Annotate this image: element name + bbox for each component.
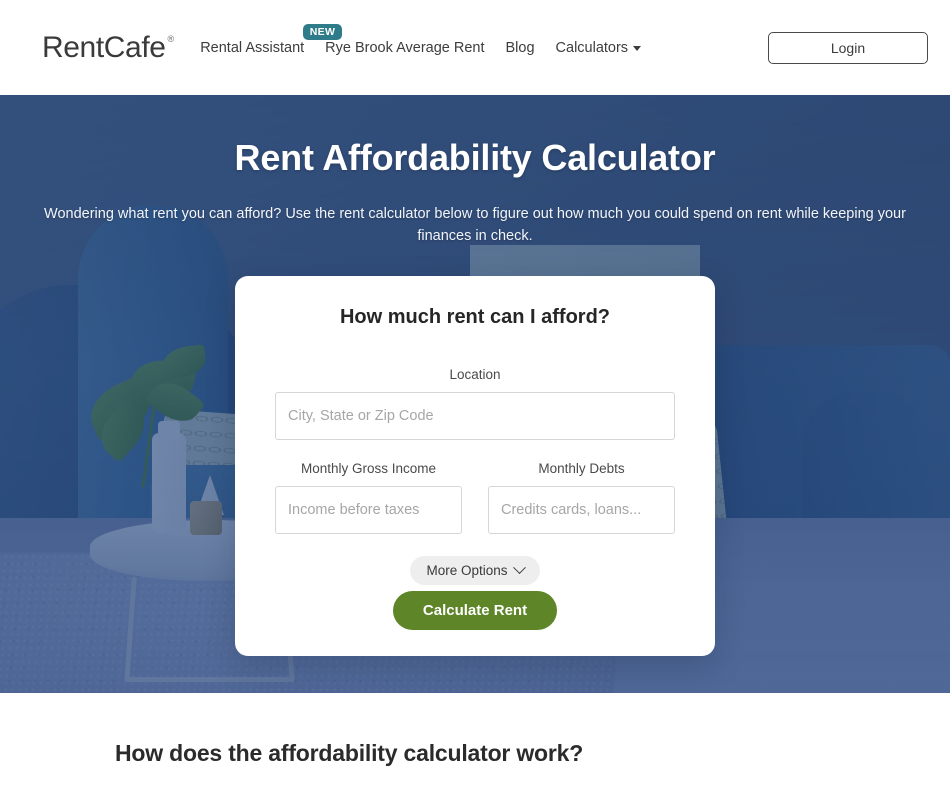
- location-field-group: Location: [275, 367, 675, 441]
- nav-item-rental-assistant-label: Rental Assistant: [200, 39, 305, 56]
- rent-calculator-card: How much rent can I afford? Location Mon…: [235, 276, 715, 657]
- location-input[interactable]: [275, 392, 675, 441]
- nav-item-rye-brook-average-rent[interactable]: Rye Brook Average Rent: [325, 40, 484, 56]
- calculate-rent-button[interactable]: Calculate Rent: [392, 591, 558, 631]
- login-button-label: Login: [830, 39, 866, 56]
- chevron-down-icon: [633, 46, 642, 51]
- hero-section: Rent Affordability Calculator Wondering …: [0, 95, 950, 693]
- income-debts-row: Monthly Gross Income Monthly Debts: [275, 461, 675, 535]
- location-label: Location: [449, 367, 501, 383]
- main-navigation: Rental Assistant NEW Rye Brook Average R…: [200, 23, 768, 56]
- calculator-title: How much rent can I afford?: [339, 306, 611, 329]
- login-button[interactable]: Login: [768, 31, 928, 64]
- income-label: Monthly Gross Income: [300, 461, 437, 477]
- nav-item-rental-assistant[interactable]: Rental Assistant: [200, 40, 304, 56]
- more-options-label: More Options: [426, 563, 508, 579]
- nav-item-calculators[interactable]: Calculators: [556, 40, 642, 56]
- nav-item-blog[interactable]: Blog: [506, 40, 535, 56]
- debts-field-group: Monthly Debts: [488, 461, 675, 535]
- income-field-group: Monthly Gross Income: [275, 461, 462, 535]
- info-section-heading: How does the affordability calculator wo…: [115, 740, 584, 766]
- brand-name: RentCafe: [42, 30, 166, 64]
- page-title: Rent Affordability Calculator: [234, 137, 716, 178]
- hero-subtitle: Wondering what rent you can afford? Use …: [44, 206, 906, 245]
- affordability-info-section: How does the affordability calculator wo…: [0, 693, 950, 796]
- hero-content: Rent Affordability Calculator Wondering …: [0, 95, 950, 657]
- nav-item-rental-assistant-wrapper: Rental Assistant NEW: [200, 23, 343, 56]
- more-options-button[interactable]: More Options: [410, 556, 540, 586]
- new-badge: NEW: [302, 23, 343, 40]
- site-header: RentCafe ® Rental Assistant NEW Rye Broo…: [0, 0, 950, 95]
- registered-trademark-icon: ®: [167, 33, 175, 44]
- calculator-actions: More Options Calculate Rent: [275, 556, 675, 631]
- nav-item-blog-label: Blog: [505, 39, 535, 56]
- nav-item-rye-brook-average-rent-label: Rye Brook Average Rent: [325, 39, 485, 56]
- chevron-down-icon: [512, 561, 526, 575]
- calculate-rent-label: Calculate Rent: [422, 602, 528, 620]
- monthly-debts-input[interactable]: [488, 486, 675, 535]
- nav-item-calculators-label: Calculators: [555, 39, 629, 56]
- debts-label: Monthly Debts: [538, 461, 625, 477]
- rentcafe-logo[interactable]: RentCafe ®: [42, 30, 175, 64]
- monthly-gross-income-input[interactable]: [275, 486, 462, 535]
